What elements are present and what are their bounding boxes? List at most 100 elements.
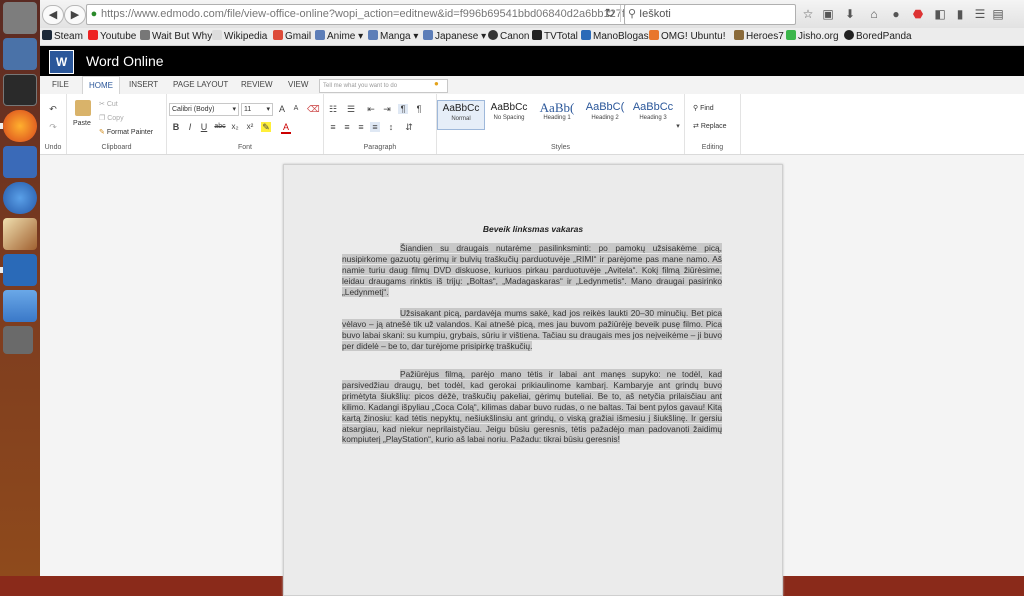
superscript-button[interactable]: x² — [245, 122, 255, 132]
strikethrough-button[interactable]: abc — [213, 122, 227, 132]
bookmark-label: ManoBlogas — [593, 31, 649, 42]
extension-icon[interactable]: ◧ — [932, 6, 948, 22]
url-bar[interactable]: ● https://www.edmodo.com/file/view-office… — [86, 4, 656, 25]
style-name: Normal — [451, 116, 471, 122]
align-left-icon[interactable]: ≡ — [328, 122, 338, 132]
tell-me-input[interactable]: Tell me what you want to do — [319, 79, 448, 93]
search-input[interactable]: ⚲ Ieškoti — [624, 4, 796, 25]
bullets-icon[interactable]: ☷ — [328, 104, 338, 114]
subscript-button[interactable]: x₂ — [230, 122, 240, 132]
workspace-switcher-icon[interactable] — [3, 290, 37, 322]
amazon-icon[interactable] — [3, 182, 37, 214]
paragraph-2[interactable]: Užsisakant picą, pardavėja mums sakė, ka… — [342, 308, 722, 352]
bookmark-waitbutwhy[interactable]: Wait But Why — [140, 30, 212, 44]
increase-indent-icon[interactable]: ⇥ — [382, 104, 392, 114]
rtl-icon[interactable]: ¶ — [414, 104, 424, 114]
tab-file[interactable]: FILE — [52, 76, 69, 94]
chat-icon[interactable]: ● — [888, 6, 904, 22]
forward-icon[interactable]: ▶ — [64, 5, 86, 25]
bold-button[interactable]: B — [171, 122, 181, 132]
numbering-icon[interactable]: ☰ — [346, 104, 356, 114]
grow-font-icon[interactable]: A — [277, 104, 287, 114]
italic-button[interactable]: I — [185, 122, 195, 132]
bookmark-jisho[interactable]: Jisho.org — [786, 30, 839, 44]
bookmark-heroes7[interactable]: Heroes7 — [734, 30, 784, 44]
firefox-icon[interactable] — [0, 110, 37, 142]
document-page[interactable]: Beveik linksmas vakaras Šiandien su drau… — [283, 164, 783, 596]
back-icon[interactable]: ◀ — [42, 5, 64, 25]
adblock-icon[interactable]: ⬣ — [910, 6, 926, 22]
tab-page-layout[interactable]: PAGE LAYOUT — [173, 76, 228, 94]
copy-button[interactable]: ❐ Copy — [99, 114, 124, 122]
format-painter-button[interactable]: ✎ Format Painter — [99, 128, 153, 136]
paragraph-spacing-icon[interactable]: ⇵ — [404, 122, 414, 132]
bookmark-japanese[interactable]: Japanese ▾ — [423, 30, 486, 44]
home-icon[interactable]: ⌂ — [866, 6, 882, 22]
tab-review[interactable]: REVIEW — [241, 76, 273, 94]
battery-icon[interactable]: ▮ — [952, 6, 968, 22]
tab-view[interactable]: VIEW — [288, 76, 308, 94]
clear-formatting-icon[interactable]: ⌫ — [307, 104, 320, 114]
software-center-icon[interactable] — [3, 146, 37, 178]
style-normal[interactable]: AaBbCc Normal — [437, 100, 485, 130]
font-color-icon[interactable]: A — [281, 122, 291, 134]
shrink-font-icon[interactable]: A — [291, 104, 301, 114]
app-title[interactable]: Word Online — [86, 53, 164, 69]
download-icon[interactable]: ⬇ — [842, 6, 858, 22]
bookmark-manoblogas[interactable]: ManoBlogas — [581, 30, 649, 44]
wikipedia-icon — [212, 30, 222, 40]
bookmark-omgubuntu[interactable]: OMG! Ubuntu! — [649, 30, 725, 44]
bookmark-youtube[interactable]: Youtube — [88, 30, 136, 44]
reload-icon[interactable]: ↻ — [600, 5, 620, 22]
menu-icon[interactable]: ☰ — [972, 6, 988, 22]
style-heading-1[interactable]: AaBb(Heading 1 — [534, 100, 580, 128]
font-name-select[interactable]: Calibri (Body) ▾ — [169, 103, 239, 116]
word-logo-icon[interactable]: W — [49, 50, 74, 74]
styles-more-icon[interactable]: ▾ — [673, 122, 683, 132]
underline-button[interactable]: U — [199, 122, 209, 132]
cut-button[interactable]: ✂ Cut — [99, 100, 118, 108]
tab-insert[interactable]: INSERT — [129, 76, 158, 94]
window-icon[interactable] — [3, 326, 33, 354]
bookmark-label: Manga — [380, 31, 411, 42]
paragraph-1[interactable]: Šiandien su draugais nutarėme pasilinksm… — [342, 243, 722, 298]
document-title[interactable]: Beveik linksmas vakaras — [284, 224, 782, 234]
sidebar-icon[interactable]: ▤ — [990, 6, 1006, 22]
bookmark-canon[interactable]: Canon — [488, 30, 529, 44]
undo-icon[interactable]: ↶ — [48, 104, 58, 114]
document-canvas[interactable]: Beveik linksmas vakaras Šiandien su drau… — [40, 155, 1024, 596]
dash-search-icon[interactable] — [3, 2, 37, 34]
style-no-spacing[interactable]: AaBbCc No Spacing — [486, 100, 532, 128]
writer-doc-icon[interactable] — [0, 254, 37, 286]
star-icon[interactable]: ☆ — [800, 6, 816, 22]
align-right-icon[interactable]: ≡ — [356, 122, 366, 132]
decrease-indent-icon[interactable]: ⇤ — [366, 104, 376, 114]
clipboard-icon[interactable]: ▣ — [820, 6, 836, 22]
justify-icon[interactable]: ≡ — [370, 122, 380, 132]
paste-button[interactable]: Paste — [73, 120, 91, 127]
bookmark-boredpanda[interactable]: BoredPanda — [844, 30, 912, 44]
tab-home[interactable]: HOME — [82, 76, 120, 95]
font-size-select[interactable]: 11 ▾ — [241, 103, 273, 116]
align-center-icon[interactable]: ≡ — [342, 122, 352, 132]
find-button[interactable]: ⚲ Find — [693, 104, 714, 112]
bookmark-wikipedia[interactable]: Wikipedia — [212, 30, 267, 44]
paste-icon[interactable] — [75, 100, 91, 116]
replace-button[interactable]: ⇄ Replace — [693, 122, 727, 130]
style-heading-2[interactable]: AaBbC(Heading 2 — [582, 100, 628, 128]
bookmark-manga[interactable]: Manga ▾ — [368, 30, 418, 44]
terminal-icon[interactable] — [3, 74, 37, 106]
paragraph-3[interactable]: Pažiūrėjus filmą, parėjo mano tėtis ir l… — [342, 369, 722, 445]
line-spacing-icon[interactable]: ↕ — [386, 122, 396, 132]
redo-icon[interactable]: ↷ — [48, 122, 58, 132]
gimp-brush-icon[interactable] — [3, 218, 37, 250]
bookmark-anime[interactable]: Anime ▾ — [315, 30, 363, 44]
bookmark-tvtotal[interactable]: TVTotal — [532, 30, 578, 44]
bookmark-gmail[interactable]: Gmail — [273, 30, 311, 44]
style-heading-3[interactable]: AaBbCc Heading 3 — [630, 100, 676, 128]
bookmark-steam[interactable]: Steam — [42, 30, 83, 44]
files-app-icon[interactable] — [3, 38, 37, 70]
ltr-icon[interactable]: ¶ — [398, 104, 408, 114]
highlight-icon[interactable]: ✎ — [261, 122, 271, 132]
replace-icon: ⇄ — [693, 123, 701, 130]
